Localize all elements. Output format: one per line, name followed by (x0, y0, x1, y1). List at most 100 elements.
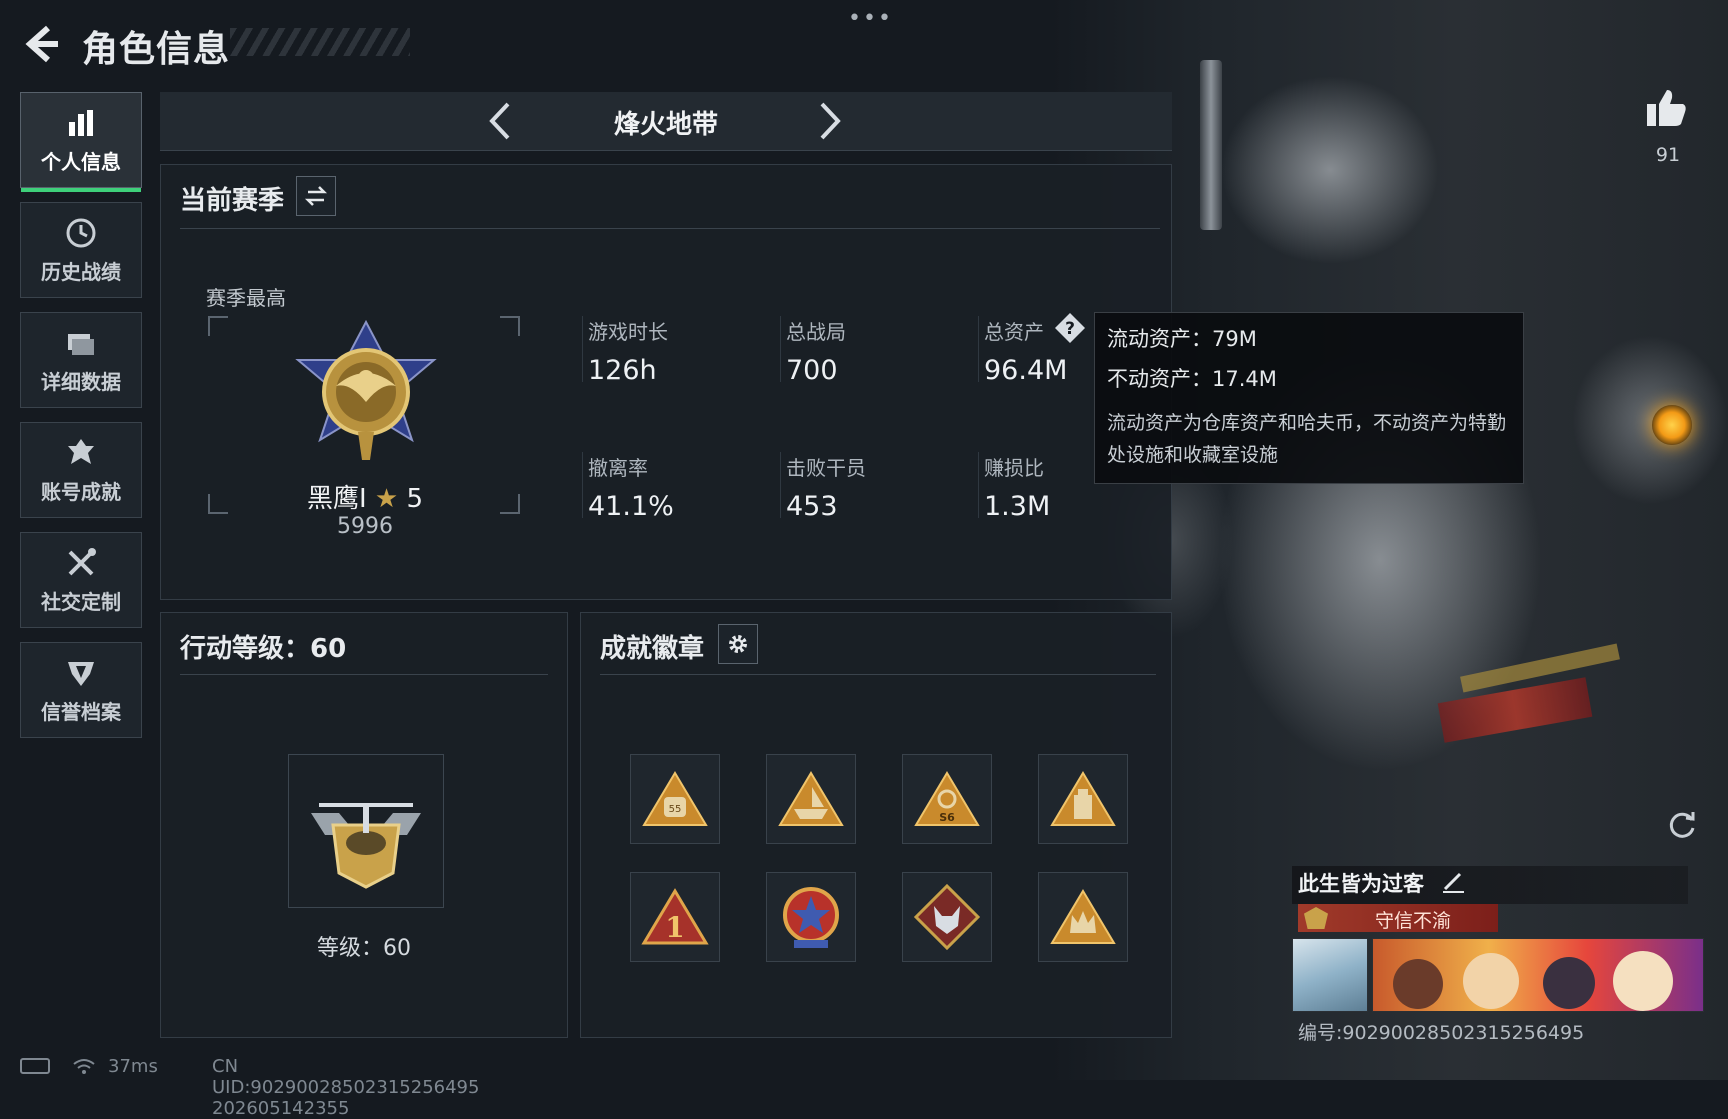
more-dots-icon[interactable]: ••• (848, 6, 893, 31)
season-switch-button[interactable] (296, 176, 336, 216)
shield-icon (68, 661, 94, 686)
tooltip-liquid-assets: 流动资产：79M (1107, 327, 1257, 351)
svg-text:1: 1 (665, 911, 684, 944)
achievements-settings-button[interactable] (718, 624, 758, 664)
like-count: 91 (1655, 144, 1681, 166)
stat-extract-rate: 撤离率 41.1% (582, 452, 674, 522)
stat-play-time: 游戏时长 126h (582, 316, 668, 386)
event-banner-image[interactable] (1372, 938, 1704, 1012)
player-serial: 编号:90290028502315256495 (1298, 1022, 1585, 1044)
achievement-badge[interactable] (902, 872, 992, 962)
help-icon[interactable]: ? (1054, 312, 1086, 344)
thumbs-up-icon[interactable] (1645, 86, 1689, 130)
avatar-banner-image[interactable] (1292, 938, 1368, 1012)
wifi-icon (73, 1059, 95, 1074)
tools-icon (68, 547, 96, 575)
season-title: 当前赛季 (180, 186, 285, 216)
gear-icon (729, 635, 747, 653)
uid-text: CN UID:90290028502315256495 202605142355 (212, 1056, 480, 1119)
assets-tooltip: 流动资产：79M 不动资产：17.4M 流动资产为仓库资产和哈夫币，不动资产为特… (1094, 312, 1524, 484)
edit-pencil-icon[interactable] (1440, 868, 1466, 894)
sidebar-item-label: 信誉档案 (41, 699, 121, 724)
title-tag-text: 守信不渝 (1374, 910, 1451, 932)
boat-badge-icon (778, 771, 844, 826)
crate-badge-icon (1050, 771, 1116, 826)
bar-chart-icon (69, 109, 93, 136)
divider (600, 674, 1156, 675)
battery-icon (20, 1058, 50, 1074)
sidebar-item-label: 社交定制 (41, 589, 121, 614)
character-weapon (1200, 60, 1222, 230)
stat-value: 1.3M (984, 491, 1051, 522)
achievement-badge[interactable] (766, 872, 856, 962)
chevron-right-icon[interactable] (810, 100, 850, 142)
achievement-badge[interactable]: S6 (902, 754, 992, 844)
svg-text:?: ? (1065, 319, 1075, 339)
rank-emblem-icon (295, 320, 437, 460)
achievement-badge[interactable] (1038, 872, 1128, 962)
mode-title: 烽火地带 (613, 110, 718, 140)
level-text: 等级：60 (317, 936, 411, 961)
sidebar-item-label: 账号成就 (41, 479, 121, 504)
swap-icon (304, 186, 328, 206)
page-title: 角色信息 (82, 29, 231, 70)
stat-value: 41.1% (588, 491, 674, 522)
sidebar-item-history[interactable]: 历史战绩 (20, 202, 142, 298)
action-level-title: 行动等级：60 (180, 634, 347, 664)
divider (180, 228, 1160, 229)
stat-label: 击败干员 (786, 456, 866, 480)
folder-icon (68, 333, 94, 355)
stat-kills: 击败干员 453 (780, 452, 866, 522)
player-name: 此生皆为过客 (1298, 872, 1424, 896)
rank-name: 黑鹰I ★ 5 (306, 484, 424, 514)
medal-icon (68, 438, 94, 464)
level-badge-frame[interactable] (288, 754, 444, 908)
rotate-icon[interactable] (1666, 808, 1698, 840)
stat-label: 撤离率 (588, 456, 648, 480)
svg-text:S6: S6 (939, 811, 955, 824)
helicopter-badge-icon (311, 803, 421, 889)
wolf-badge-icon (913, 883, 981, 951)
title-decoration (230, 28, 410, 56)
number-one-badge-icon: 1 (641, 888, 709, 945)
bag-55-badge-icon: 55 (642, 771, 708, 826)
player-title-tag[interactable]: 守信不渝 (1298, 904, 1498, 932)
divider (180, 674, 548, 675)
stat-total-matches: 总战局 700 (780, 316, 846, 386)
stat-label: 总战局 (786, 320, 846, 344)
achievement-badge[interactable]: 55 (630, 754, 720, 844)
sidebar-item-personal-info[interactable]: 个人信息 (20, 92, 142, 192)
sidebar-item-achievements[interactable]: 账号成就 (20, 422, 142, 518)
s6-badge-icon: S6 (914, 771, 980, 826)
sidebar-item-label: 历史战绩 (41, 259, 121, 284)
ping-text: 37ms (108, 1056, 158, 1077)
rank-star-icon: ★ (374, 484, 399, 514)
achievement-badge[interactable] (1038, 754, 1128, 844)
stat-value: 126h (588, 355, 657, 386)
achievement-badge[interactable] (766, 754, 856, 844)
sidebar-item-label: 个人信息 (41, 149, 121, 174)
stat-label: 赚损比 (984, 456, 1044, 480)
star-medal-badge-icon (783, 887, 839, 948)
sidebar-item-label: 详细数据 (41, 369, 121, 394)
stat-value: 96.4M (984, 355, 1068, 386)
stat-value: 453 (786, 491, 838, 522)
back-arrow-icon[interactable] (20, 24, 60, 64)
achievements-title: 成就徽章 (600, 634, 705, 664)
mode-selector: 烽火地带 (160, 92, 1172, 151)
tooltip-description: 流动资产为仓库资产和哈夫币，不动资产为特勤处设施和收藏室设施 (1107, 412, 1507, 466)
stat-profit-ratio: 赚损比 1.3M (978, 452, 1051, 522)
svg-text:55: 55 (669, 804, 682, 815)
sidebar-item-social-custom[interactable]: 社交定制 (20, 532, 142, 628)
history-clock-icon (66, 218, 96, 247)
character-helmet-light (1652, 405, 1692, 445)
sidebar-item-detailed-data[interactable]: 详细数据 (20, 312, 142, 408)
crown-badge-icon (1050, 889, 1116, 944)
achievement-badge[interactable]: 1 (630, 872, 720, 962)
sidebar-item-credit-record[interactable]: 信誉档案 (20, 642, 142, 738)
stat-value: 700 (786, 355, 838, 386)
rank-score: 5996 (337, 514, 393, 539)
stat-label: 游戏时长 (588, 320, 668, 344)
season-best-label: 赛季最高 (206, 286, 286, 310)
tooltip-fixed-assets: 不动资产：17.4M (1107, 367, 1277, 391)
